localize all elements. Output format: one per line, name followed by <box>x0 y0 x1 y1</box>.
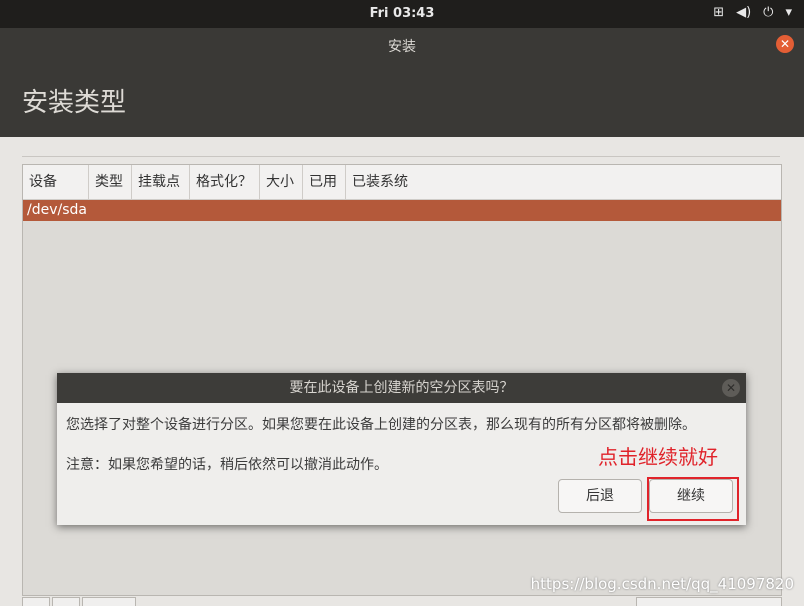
column-used[interactable]: 已用 <box>303 165 346 199</box>
table-row[interactable]: /dev/sda <box>23 200 781 221</box>
remove-partition-button[interactable] <box>52 597 80 606</box>
revert-button[interactable] <box>636 597 782 606</box>
column-type[interactable]: 类型 <box>89 165 132 199</box>
window-titlebar: 安装 ✕ <box>0 28 804 60</box>
new-partition-table-dialog: 要在此设备上创建新的空分区表吗？ ✕ 您选择了对整个设备进行分区。如果您要在此设… <box>57 373 746 525</box>
dialog-title: 要在此设备上创建新的空分区表吗？ <box>289 380 514 396</box>
column-size[interactable]: 大小 <box>260 165 303 199</box>
divider <box>22 156 780 157</box>
watermark: https://blog.csdn.net/qq_41097820 <box>530 575 794 593</box>
dialog-close-icon[interactable]: ✕ <box>722 379 740 397</box>
dialog-message: 您选择了对整个设备进行分区。如果您要在此设备上创建的分区表，那么现有的所有分区都… <box>66 417 696 433</box>
dropdown-icon[interactable]: ▾ <box>785 5 792 20</box>
column-installed-system[interactable]: 已装系统 <box>346 165 414 199</box>
back-button[interactable]: 后退 <box>558 479 642 513</box>
highlight-box <box>647 477 739 521</box>
column-format[interactable]: 格式化？ <box>190 165 260 199</box>
annotation-text: 点击继续就好 <box>598 445 718 469</box>
device-name: /dev/sda <box>27 202 87 218</box>
dialog-titlebar: 要在此设备上创建新的空分区表吗？ ✕ <box>57 373 746 403</box>
page-header: 安装类型 <box>0 60 804 137</box>
clock[interactable]: Fri 03:43 <box>0 6 804 21</box>
dialog-note: 注意：如果您希望的话，稍后依然可以撤消此动作。 <box>66 457 388 473</box>
power-icon[interactable]: ⏻ <box>763 5 773 20</box>
column-device[interactable]: 设备 <box>23 165 89 199</box>
network-icon[interactable]: ⊞ <box>713 5 724 20</box>
column-mount-point[interactable]: 挂载点 <box>132 165 190 199</box>
system-tray: ⊞ ◀) ⏻ ▾ <box>713 5 792 20</box>
window-title: 安装 <box>388 39 416 55</box>
add-partition-button[interactable] <box>22 597 50 606</box>
page-title: 安装类型 <box>22 88 127 118</box>
main-content: 设备 类型 挂载点 格式化？ 大小 已用 已装系统 /dev/sda <box>0 137 804 606</box>
change-partition-button[interactable] <box>82 597 136 606</box>
close-icon[interactable]: ✕ <box>776 35 794 53</box>
table-header: 设备 类型 挂载点 格式化？ 大小 已用 已装系统 <box>23 165 781 200</box>
volume-icon[interactable]: ◀) <box>736 5 751 20</box>
top-panel: Fri 03:43 ⊞ ◀) ⏻ ▾ <box>0 0 804 28</box>
